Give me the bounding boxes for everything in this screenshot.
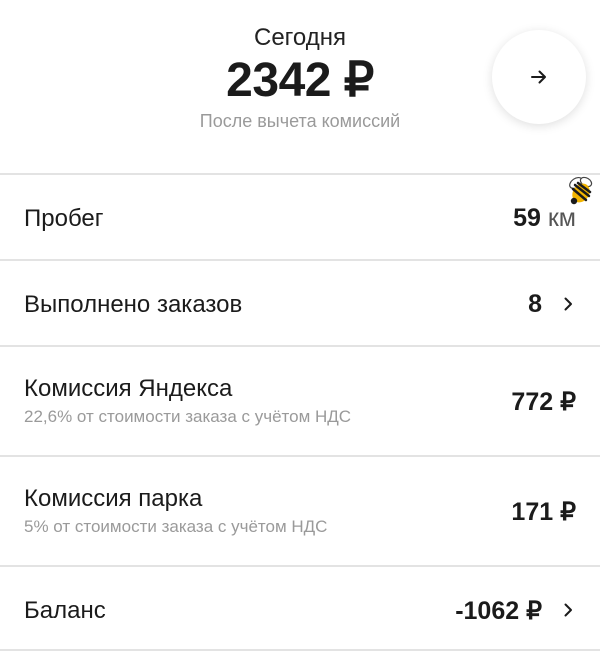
mileage-unit: км xyxy=(540,204,576,232)
orders-label: Выполнено заказов xyxy=(24,291,243,318)
orders-row[interactable]: Выполнено заказов 8 xyxy=(0,259,600,345)
chevron-right-icon xyxy=(564,297,572,311)
yandex-commission-value: 772 ₽ xyxy=(511,388,576,416)
yandex-commission-row: Комиссия Яндекса 22,6% от стоимости зака… xyxy=(0,345,600,455)
earnings-header: Сегодня 2342 ₽ После вычета комиссий xyxy=(0,0,600,172)
mileage-number: 59 xyxy=(513,204,541,232)
arrow-right-icon xyxy=(531,70,546,84)
balance-row[interactable]: Баланс -1062 ₽ xyxy=(0,565,600,651)
park-commission-label: Комиссия парка xyxy=(24,485,203,512)
balance-value: -1062 ₽ xyxy=(455,597,542,625)
park-commission-value: 171 ₽ xyxy=(511,498,576,526)
mileage-value: 59 км xyxy=(513,204,576,233)
chevron-right-icon xyxy=(564,603,572,617)
yandex-commission-sublabel: 22,6% от стоимости заказа с учётом НДС xyxy=(24,407,352,426)
park-commission-sublabel: 5% от стоимости заказа с учётом НДС xyxy=(24,517,328,536)
bee-icon xyxy=(569,176,593,205)
mileage-label: Пробег xyxy=(24,205,104,232)
open-details-button[interactable] xyxy=(492,30,586,124)
yandex-commission-label: Комиссия Яндекса xyxy=(24,375,233,402)
balance-label: Баланс xyxy=(24,597,106,624)
park-commission-row: Комиссия парка 5% от стоимости заказа с … xyxy=(0,455,600,565)
orders-value: 8 xyxy=(528,290,542,318)
mileage-row: Пробег 59 км xyxy=(0,173,600,259)
stats-list: Пробег 59 км Выполнено заказов 8 Комисси… xyxy=(0,173,600,651)
